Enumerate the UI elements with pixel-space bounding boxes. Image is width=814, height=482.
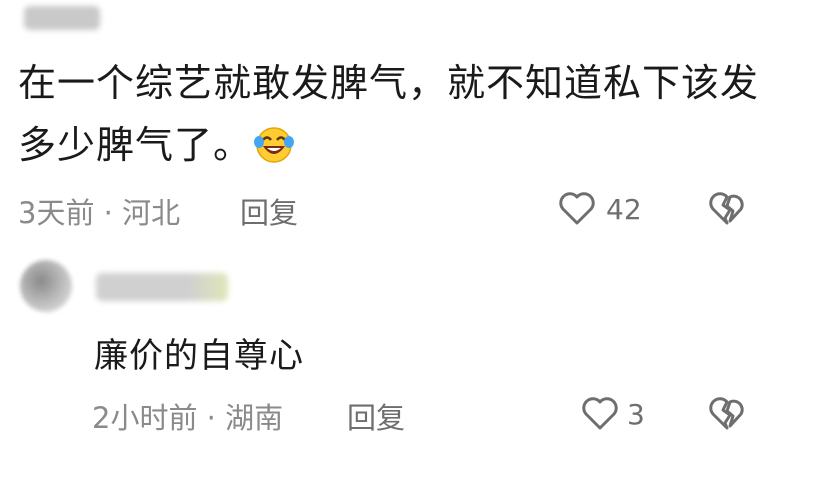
broken-heart-icon[interactable] (706, 188, 748, 228)
reply-time-location: 2小时前 · 湖南 (92, 401, 284, 435)
comment-time-location: 3天前 · 河北 (18, 196, 181, 230)
comment-reply-button[interactable]: 回复 (240, 190, 298, 232)
comment-like-count: 42 (606, 193, 642, 226)
comment-body: 在一个综艺就敢发脾气，就不知道私下该发多少脾气了。 (18, 61, 760, 167)
heart-icon[interactable] (580, 394, 620, 432)
reply-text: 廉价的自尊心 (94, 336, 304, 376)
broken-heart-icon[interactable] (706, 393, 748, 433)
blurred-username (96, 273, 228, 301)
comment-text: 在一个综艺就敢发脾气，就不知道私下该发多少脾气了。 (18, 52, 778, 176)
blurred-username (24, 6, 100, 30)
reply-reply-button[interactable]: 回复 (347, 395, 405, 437)
heart-icon[interactable] (557, 189, 597, 227)
avatar[interactable] (20, 260, 72, 312)
laughing-crying-emoji-icon (254, 127, 295, 163)
reply-like-count: 3 (627, 398, 645, 431)
